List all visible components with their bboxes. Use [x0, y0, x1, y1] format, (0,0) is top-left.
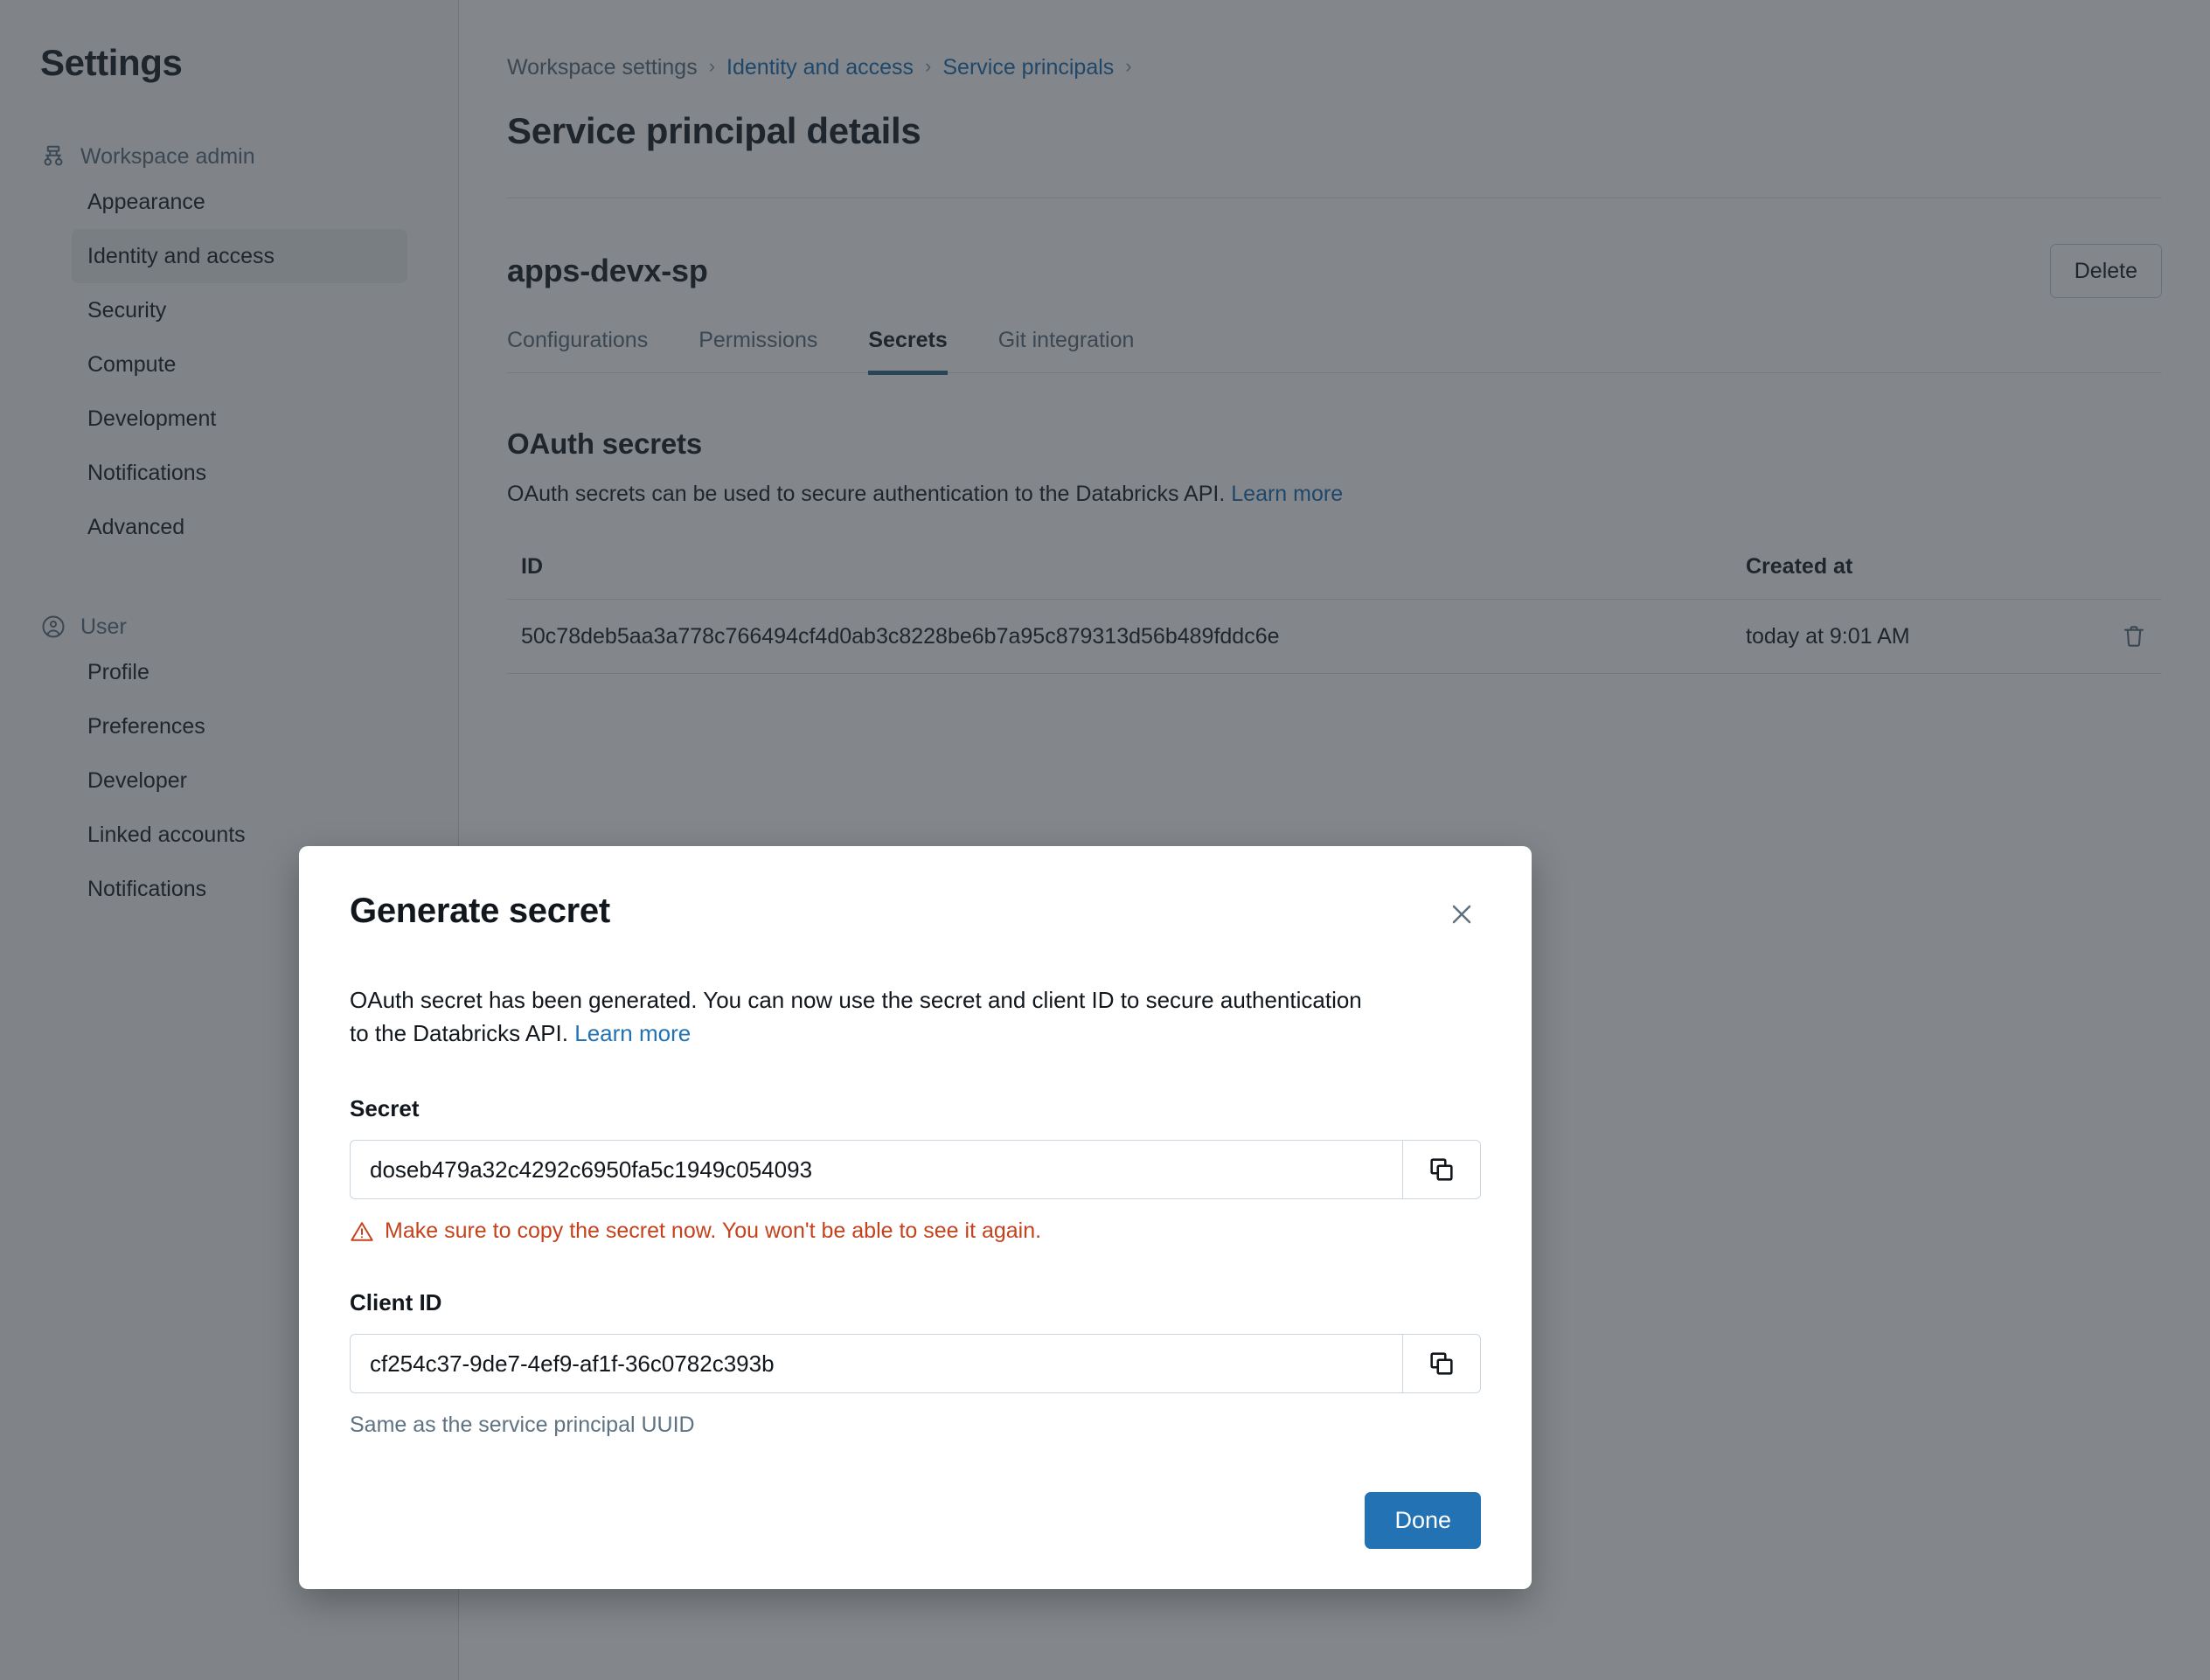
- modal-description: OAuth secret has been generated. You can…: [350, 983, 1364, 1050]
- client-id-input[interactable]: cf254c37-9de7-4ef9-af1f-36c0782c393b: [350, 1334, 1402, 1394]
- close-icon[interactable]: [1442, 895, 1481, 934]
- client-id-field-group: cf254c37-9de7-4ef9-af1f-36c0782c393b: [350, 1334, 1481, 1394]
- secret-warning-text: Make sure to copy the secret now. You wo…: [385, 1218, 1042, 1244]
- client-id-field-label: Client ID: [350, 1289, 442, 1316]
- modal-header: Generate secret: [350, 892, 1481, 934]
- secret-field-label: Secret: [350, 1095, 420, 1122]
- modal-learn-more-link[interactable]: Learn more: [574, 1020, 691, 1046]
- secret-warning: Make sure to copy the secret now. You wo…: [350, 1218, 1481, 1244]
- generate-secret-modal: Generate secret OAuth secret has been ge…: [299, 846, 1532, 1590]
- warning-triangle-icon: [350, 1219, 374, 1244]
- copy-icon[interactable]: [1402, 1334, 1481, 1394]
- secret-input[interactable]: doseb479a32c4292c6950fa5c1949c054093: [350, 1140, 1402, 1200]
- secret-field-group: doseb479a32c4292c6950fa5c1949c054093: [350, 1140, 1481, 1200]
- modal-description-text: OAuth secret has been generated. You can…: [350, 987, 1362, 1047]
- done-button[interactable]: Done: [1365, 1492, 1481, 1550]
- modal-title: Generate secret: [350, 892, 610, 930]
- modal-footer: Done: [350, 1492, 1481, 1550]
- client-id-help-text: Same as the service principal UUID: [350, 1413, 695, 1438]
- copy-icon[interactable]: [1402, 1140, 1481, 1200]
